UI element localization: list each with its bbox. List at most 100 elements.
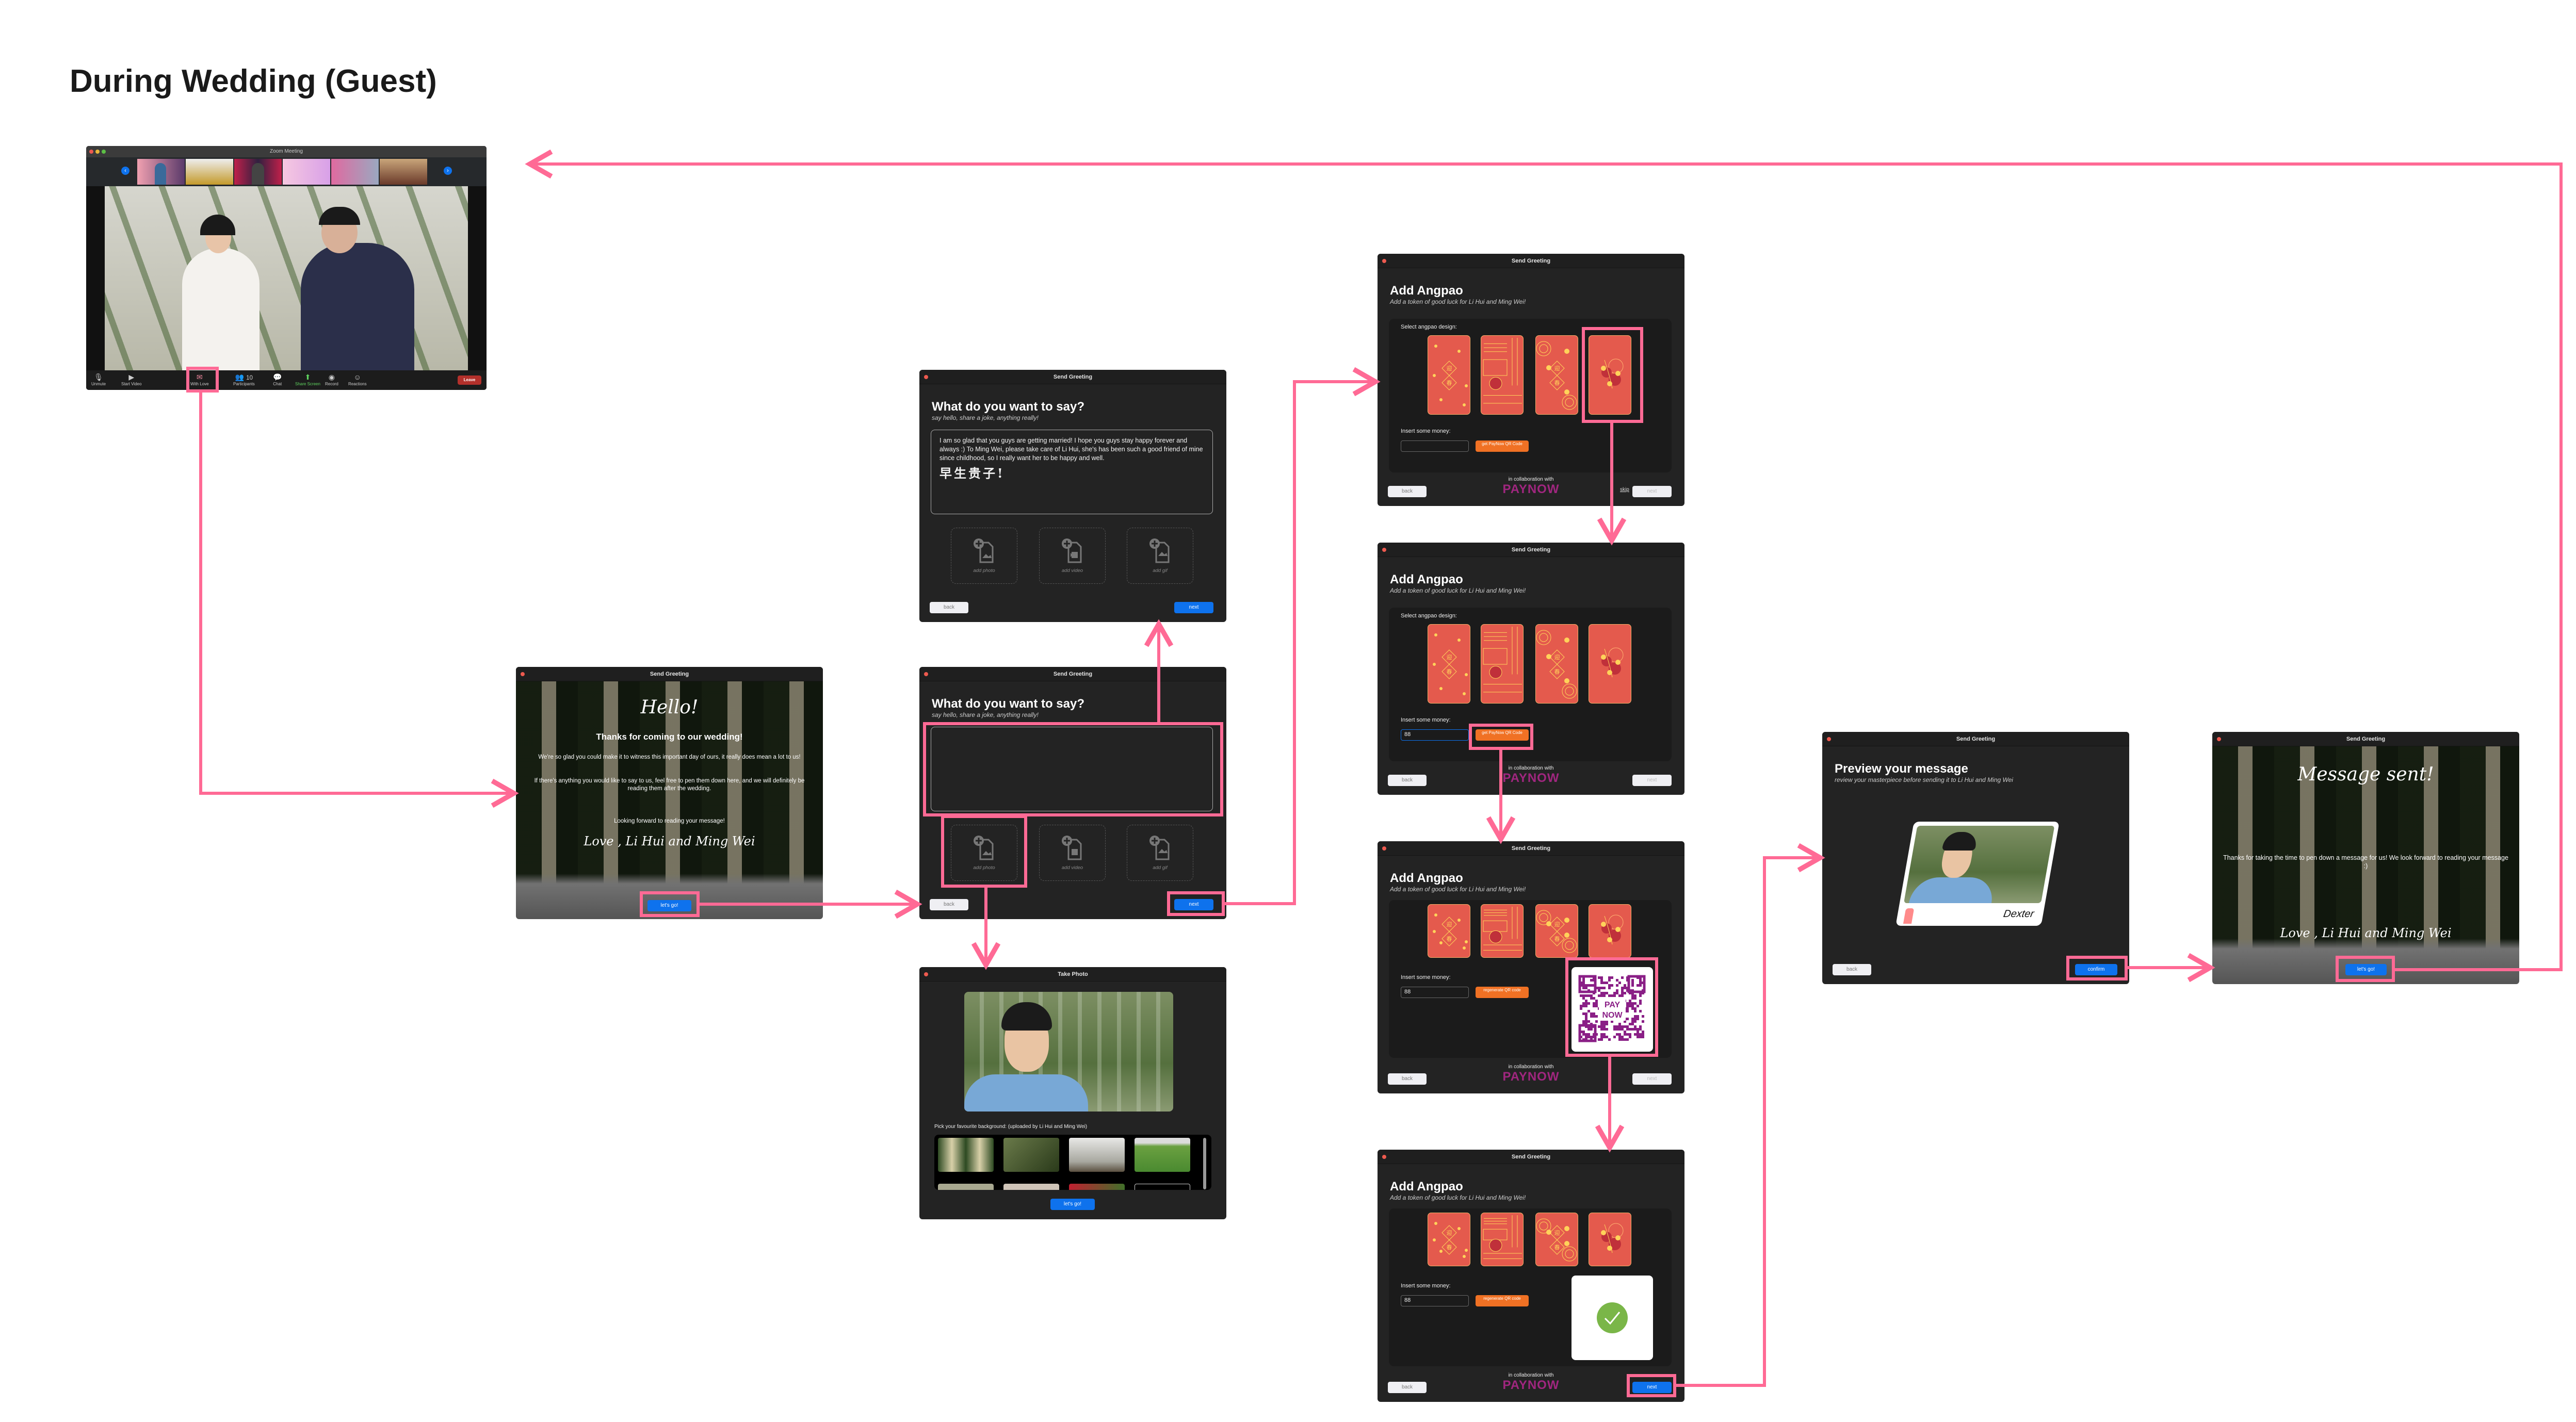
add-gif-button[interactable]: add gif — [1127, 825, 1193, 881]
background-option[interactable] — [938, 1184, 994, 1190]
back-button[interactable]: back — [1833, 964, 1871, 975]
get-qr-button[interactable]: get PayNow QR Code — [1476, 440, 1529, 452]
background-option[interactable] — [1069, 1184, 1125, 1190]
message-textarea[interactable] — [931, 727, 1213, 811]
participant-video[interactable] — [234, 159, 282, 185]
angpao-design-option[interactable] — [1589, 1213, 1631, 1266]
angpao-design-option[interactable]: 迎春 — [1428, 335, 1470, 415]
angpao-design-option[interactable]: 迎春 — [1535, 624, 1578, 704]
close-dot-icon[interactable] — [924, 672, 928, 676]
reactions-button[interactable]: ☺ Reactions — [348, 372, 367, 386]
close-dot-icon[interactable] — [924, 972, 928, 976]
minimize-dot-icon[interactable] — [95, 150, 100, 154]
next-button[interactable]: next — [1174, 602, 1213, 613]
maximize-dot-icon[interactable] — [102, 150, 106, 154]
angpao-select-screen: Send Greeting Add Angpao Add a token of go… — [1378, 254, 1684, 506]
share-screen-button[interactable]: ⬆ Share Screen — [295, 372, 320, 386]
close-dot-icon[interactable] — [2217, 737, 2221, 741]
close-dot-icon[interactable] — [1382, 1155, 1386, 1159]
record-button[interactable]: ◉ Record — [325, 372, 338, 386]
collab-label: in collaboration with — [1508, 477, 1554, 482]
unmute-button[interactable]: 🎙 Unmute — [91, 372, 106, 386]
angpao-design-option[interactable]: 迎春 — [1428, 1213, 1470, 1266]
regenerate-qr-button[interactable]: regenerate QR code — [1476, 1295, 1529, 1306]
close-dot-icon[interactable] — [1382, 548, 1386, 552]
close-dot-icon[interactable] — [1382, 259, 1386, 263]
participant-video[interactable] — [137, 159, 185, 185]
svg-text:春: 春 — [1554, 936, 1560, 942]
background-option[interactable] — [1135, 1138, 1190, 1172]
angpao-design-option[interactable]: 迎春 — [1428, 624, 1470, 704]
money-input[interactable]: 88 — [1401, 987, 1469, 998]
angpao-design-option[interactable] — [1481, 624, 1524, 704]
subtitle: Add a token of good luck for Li Hui and … — [1390, 298, 1526, 305]
close-dot-icon[interactable] — [1827, 737, 1831, 741]
back-button[interactable]: back — [1388, 775, 1427, 786]
start-video-button[interactable]: ▶ Start Video — [121, 372, 141, 386]
close-dot-icon[interactable] — [89, 150, 93, 154]
next-button[interactable]: next — [1632, 1073, 1672, 1085]
angpao-design-option[interactable] — [1481, 904, 1524, 958]
with-love-button[interactable]: ✉ With Love — [190, 372, 209, 386]
background-option[interactable] — [938, 1138, 994, 1172]
window-title-bar: Send Greeting — [1378, 841, 1684, 856]
participant-video[interactable] — [380, 159, 427, 185]
next-button[interactable]: next — [1632, 486, 1672, 497]
close-dot-icon[interactable] — [521, 672, 525, 676]
participant-video[interactable] — [283, 159, 330, 185]
angpao-design-option[interactable] — [1481, 335, 1524, 415]
lets-go-button[interactable]: let's go! — [1050, 1199, 1095, 1210]
next-button[interactable]: next — [1632, 775, 1672, 786]
chevron-left-icon[interactable]: ‹ — [121, 167, 129, 175]
angpao-design-option[interactable] — [1589, 624, 1631, 704]
angpao-design-option[interactable]: 迎春 — [1428, 904, 1470, 958]
add-photo-button[interactable]: add photo — [951, 528, 1017, 584]
window-title: Send Greeting — [1511, 547, 1551, 553]
leave-button[interactable]: Leave — [458, 375, 481, 385]
angpao-design-option[interactable]: 迎春 — [1535, 1213, 1578, 1266]
participants-button[interactable]: 👥 10 Participants — [233, 372, 255, 386]
back-button[interactable]: back — [1388, 1382, 1427, 1393]
regenerate-qr-button[interactable]: regenerate QR code — [1476, 987, 1529, 998]
close-dot-icon[interactable] — [924, 375, 928, 379]
back-button[interactable]: back — [1388, 1073, 1427, 1085]
background-option[interactable] — [1069, 1138, 1125, 1172]
collab-label: in collaboration with — [1508, 1372, 1554, 1378]
svg-text:春: 春 — [1447, 1244, 1452, 1251]
main-video — [105, 186, 468, 370]
angpao-design-option[interactable] — [1589, 335, 1631, 415]
angpao-design-option[interactable] — [1589, 904, 1631, 958]
money-input[interactable]: 88 — [1401, 729, 1469, 741]
add-video-button[interactable]: add video — [1039, 528, 1106, 584]
next-button[interactable]: next — [1632, 1382, 1672, 1393]
svg-text:春: 春 — [1447, 668, 1452, 675]
chevron-right-icon[interactable]: › — [444, 167, 452, 175]
back-button[interactable]: back — [930, 602, 968, 613]
angpao-design-option[interactable]: 迎春 — [1535, 904, 1578, 958]
next-button[interactable]: next — [1174, 899, 1213, 910]
angpao-design-option[interactable] — [1481, 1213, 1524, 1266]
lets-go-button[interactable]: let's go! — [2345, 964, 2387, 975]
participant-video[interactable] — [186, 159, 233, 185]
get-qr-button[interactable]: get PayNow QR Code — [1476, 729, 1529, 741]
lets-go-button[interactable]: let's go! — [647, 900, 691, 911]
message-textarea[interactable]: I am so glad that you guys are getting m… — [931, 430, 1213, 514]
money-input[interactable] — [1401, 440, 1469, 452]
add-video-button[interactable]: add video — [1039, 825, 1106, 881]
scrollbar[interactable] — [1203, 1138, 1206, 1189]
participant-video[interactable] — [331, 159, 379, 185]
background-option[interactable] — [1003, 1138, 1059, 1172]
back-button[interactable]: back — [930, 899, 968, 910]
chat-button[interactable]: 💬 Chat — [273, 372, 282, 386]
background-option[interactable] — [1135, 1184, 1190, 1190]
background-option[interactable] — [1003, 1184, 1059, 1190]
angpao-design-option[interactable]: 迎春 — [1535, 335, 1578, 415]
participant-strip: ‹ › — [86, 157, 487, 186]
confirm-button[interactable]: confirm — [2075, 964, 2117, 975]
add-photo-button[interactable]: add photo — [951, 825, 1017, 881]
close-dot-icon[interactable] — [1382, 846, 1386, 851]
add-gif-button[interactable]: add gif — [1127, 528, 1193, 584]
skip-link[interactable]: skip — [1620, 487, 1629, 493]
back-button[interactable]: back — [1388, 486, 1427, 497]
money-input[interactable]: 88 — [1401, 1295, 1469, 1306]
